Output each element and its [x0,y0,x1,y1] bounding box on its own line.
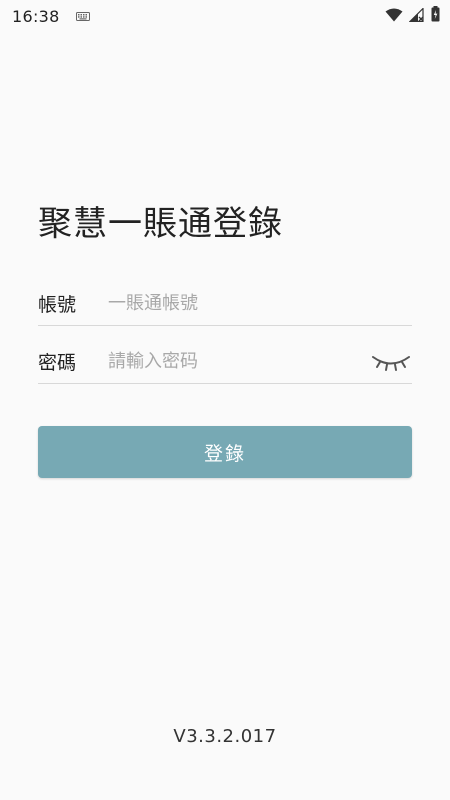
account-label: 帳號 [38,294,77,316]
battery-icon [431,6,440,26]
status-time: 16:38 [12,6,60,26]
account-field-row: 帳號 [38,282,412,326]
cell-signal-icon [408,6,425,26]
password-label: 密碼 [38,352,77,374]
password-input[interactable] [108,346,370,377]
eye-closed-icon[interactable] [370,349,412,375]
account-input[interactable] [108,288,412,319]
password-field-row: 密碼 [38,340,412,384]
login-button[interactable]: 登錄 [38,426,412,478]
keyboard-icon [75,11,90,21]
page-title: 聚慧一賬通登錄 [38,204,283,244]
app-version: V3.3.2.017 [173,726,277,747]
wifi-icon [385,7,403,26]
status-icons [385,6,440,26]
status-bar: 16:38 [0,0,450,32]
